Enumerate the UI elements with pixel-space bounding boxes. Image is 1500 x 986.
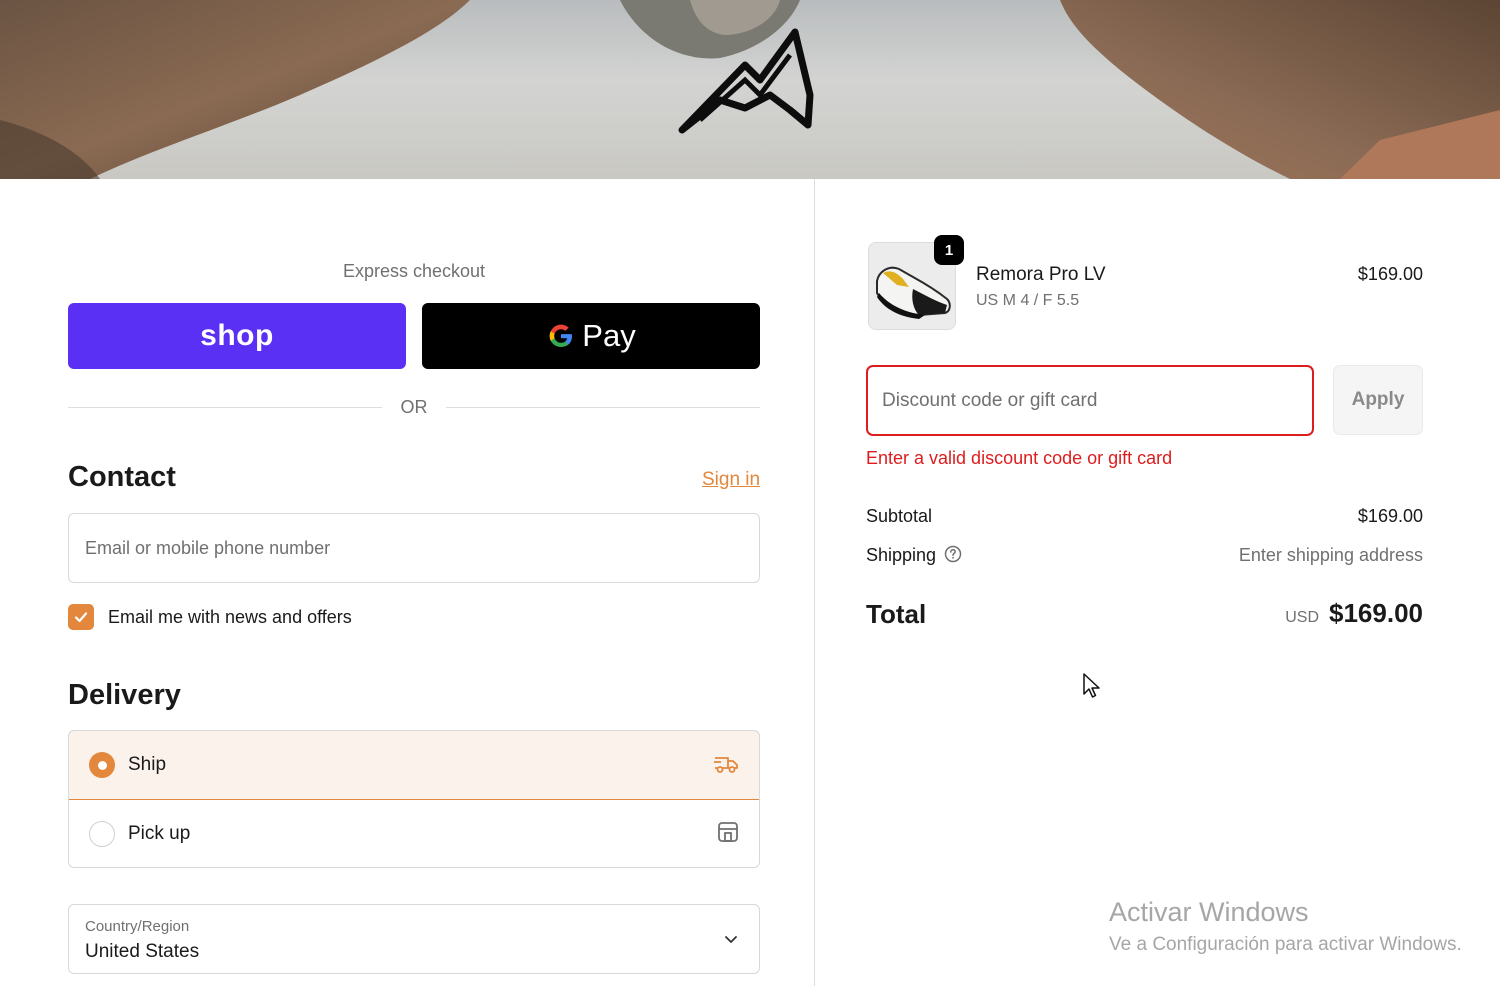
currency-code: USD: [1285, 609, 1320, 626]
newsletter-checkbox[interactable]: [68, 604, 94, 630]
google-pay-button[interactable]: Pay: [422, 303, 760, 369]
subtotal-row: Subtotal $169.00: [866, 506, 1423, 527]
shipping-label: Shipping: [866, 545, 937, 565]
subtotal-label: Subtotal: [866, 506, 933, 526]
discount-input[interactable]: [868, 367, 1312, 434]
store-icon: [718, 822, 738, 842]
watermark-subtitle: Ve a Configuración para activar Windows.: [1109, 934, 1462, 955]
google-g-icon: [549, 324, 573, 347]
shipping-row: Shipping Enter shipping address: [866, 545, 1423, 566]
shipping-value: Enter shipping address: [1238, 545, 1423, 565]
checkout-form: Express checkout shop Pay OR Contact Sig…: [0, 179, 814, 986]
sign-in-link[interactable]: Sign in: [702, 469, 760, 491]
total-label: Total: [866, 599, 927, 629]
discount-error: Enter a valid discount code or gift card: [866, 448, 1173, 468]
quantity-badge: 1: [934, 235, 964, 265]
express-checkout-title: Express checkout: [342, 261, 486, 281]
country-label: Country/Region: [85, 918, 190, 935]
delivery-heading: Delivery: [68, 679, 181, 711]
contact-heading: Contact: [68, 461, 176, 493]
country-value: United States: [85, 941, 200, 962]
total-value-group: USD $169.00: [1285, 598, 1423, 629]
or-divider: OR: [68, 397, 760, 419]
country-select[interactable]: Country/Region United States: [68, 904, 760, 974]
hero-banner: [0, 0, 1500, 179]
product-variant: US M 4 / F 5.5: [976, 292, 1080, 309]
windows-activation-watermark: Activar Windows Ve a Configuración para …: [1109, 897, 1462, 956]
product-price: $169.00: [1357, 264, 1423, 284]
truck-icon: [714, 757, 738, 773]
shop-pay-label: shop: [200, 319, 274, 352]
delivery-option-ship[interactable]: Ship: [69, 731, 759, 800]
newsletter-row: Email me with news and offers: [68, 604, 352, 630]
pickup-radio[interactable]: [89, 821, 115, 847]
delivery-options: Ship Pick up: [68, 730, 760, 868]
discount-field-wrapper: [866, 365, 1314, 436]
newsletter-label: Email me with news and offers: [108, 606, 352, 627]
pickup-label: Pick up: [128, 823, 191, 844]
subtotal-value: $169.00: [1357, 506, 1423, 526]
email-field[interactable]: [69, 514, 759, 582]
ship-radio[interactable]: [89, 752, 115, 778]
shop-pay-button[interactable]: shop: [68, 303, 406, 369]
checkmark-icon: [74, 612, 88, 623]
mouse-cursor-icon: [1083, 673, 1100, 698]
help-icon[interactable]: [944, 545, 962, 563]
total-value: $169.00: [1329, 598, 1423, 628]
email-field-wrapper: [68, 513, 760, 583]
order-summary: 1 Remora Pro LV US M 4 / F 5.5 $169.00 A…: [815, 179, 1500, 986]
hero-image: [0, 0, 1500, 179]
ship-label: Ship: [128, 754, 167, 775]
delivery-option-pickup[interactable]: Pick up: [69, 800, 759, 867]
google-pay-label: Pay: [582, 318, 636, 353]
product-name: Remora Pro LV: [976, 264, 1106, 285]
apply-button[interactable]: Apply: [1333, 365, 1423, 435]
watermark-title: Activar Windows: [1109, 897, 1309, 927]
divider-line-right: [446, 407, 760, 408]
chevron-down-icon: [725, 936, 737, 943]
